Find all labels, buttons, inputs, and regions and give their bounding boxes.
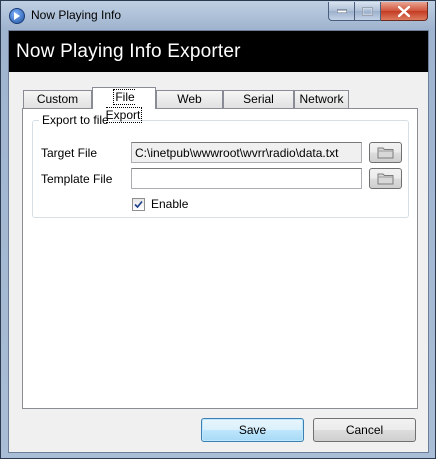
template-file-label: Template File bbox=[41, 172, 113, 186]
enable-checkbox[interactable] bbox=[132, 197, 145, 211]
minimize-icon bbox=[336, 9, 347, 13]
page-title: Now Playing Info Exporter bbox=[16, 41, 241, 62]
minimize-button[interactable] bbox=[328, 2, 355, 21]
close-icon bbox=[398, 5, 410, 17]
tab-serial-export[interactable]: Serial Export bbox=[223, 90, 294, 122]
client-area: Now Playing Info Exporter Custom Title F… bbox=[8, 30, 429, 453]
file-export-panel: Export to file Target File Template File bbox=[22, 108, 418, 409]
tab-label: File Export bbox=[105, 89, 143, 123]
cancel-button[interactable]: Cancel bbox=[313, 418, 416, 442]
group-label: Export to file bbox=[39, 113, 112, 127]
target-file-label: Target File bbox=[41, 146, 98, 160]
target-file-browse-button[interactable] bbox=[369, 142, 402, 163]
enable-label: Enable bbox=[151, 197, 189, 211]
tab-network[interactable]: Network bbox=[294, 90, 349, 108]
play-icon bbox=[9, 8, 25, 24]
close-button[interactable] bbox=[381, 2, 428, 21]
tab-custom-title[interactable]: Custom Title bbox=[23, 90, 92, 122]
template-file-browse-button[interactable] bbox=[369, 168, 402, 189]
save-button[interactable]: Save bbox=[201, 418, 304, 442]
enable-checkbox-row[interactable]: Enable bbox=[132, 197, 188, 211]
app-window: Now Playing Info Now Playing Info Export… bbox=[0, 0, 436, 459]
export-to-file-group: Export to file Target File Template File bbox=[32, 113, 409, 218]
tab-file-export[interactable]: File Export bbox=[92, 87, 156, 123]
folder-icon bbox=[377, 147, 394, 159]
header-band: Now Playing Info Exporter bbox=[9, 31, 428, 72]
window-title: Now Playing Info bbox=[31, 8, 122, 22]
folder-icon bbox=[377, 173, 394, 185]
maximize-icon bbox=[362, 6, 373, 16]
maximize-button[interactable] bbox=[355, 2, 381, 21]
tab-web-export[interactable]: Web Export bbox=[156, 90, 223, 122]
target-file-field[interactable] bbox=[131, 142, 362, 163]
tab-label: Network bbox=[299, 92, 344, 106]
checkmark-icon bbox=[134, 200, 143, 208]
title-bar[interactable]: Now Playing Info bbox=[1, 1, 435, 29]
template-file-field[interactable] bbox=[131, 168, 362, 189]
